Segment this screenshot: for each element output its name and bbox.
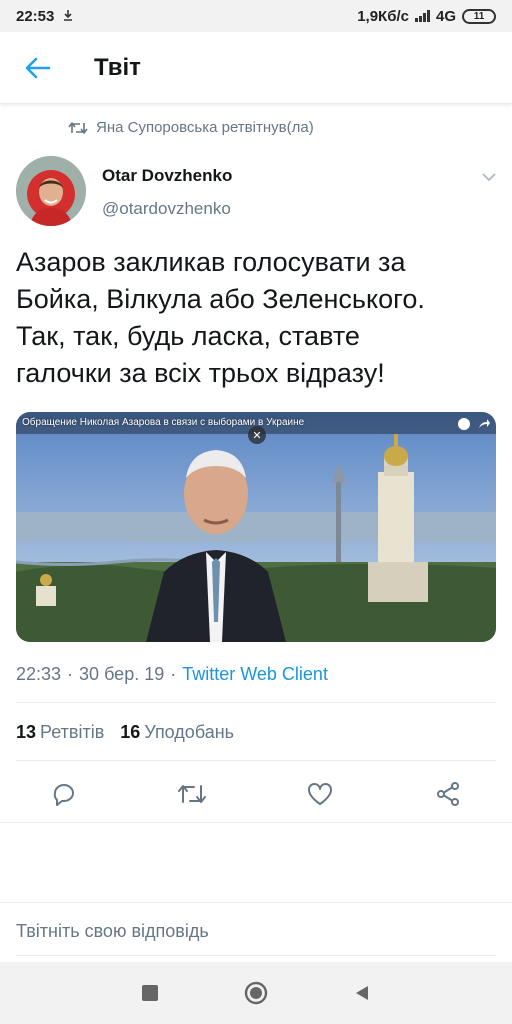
- tweet-text-line: Бойка, Вілкула або Зеленського.: [16, 284, 425, 314]
- reply-button[interactable]: [48, 778, 80, 810]
- reply-input[interactable]: Твітніть свою відповідь: [16, 921, 209, 942]
- tweet-text-line: галочки за всіх трьох відразу!: [16, 358, 385, 388]
- close-icon[interactable]: ✕: [248, 426, 266, 444]
- author-name[interactable]: Otar Dovzhenko: [102, 166, 232, 186]
- android-nav-bar: [0, 962, 512, 1024]
- divider: [16, 702, 496, 703]
- stop-icon: [142, 985, 158, 1001]
- recents-button[interactable]: [137, 980, 163, 1006]
- back-button[interactable]: [14, 44, 62, 92]
- clock-icon[interactable]: [458, 418, 470, 430]
- network-type: 4G: [435, 7, 456, 25]
- retweet-icon: [178, 785, 206, 803]
- retweets-count: 13: [16, 722, 37, 742]
- network-speed: 1,9Кб/с: [357, 7, 409, 25]
- tweet-meta: 22:33 · 30 бер. 19 · Twitter Web Client: [16, 664, 328, 685]
- page-title: Твіт: [94, 53, 141, 81]
- likes-label: Уподобань: [144, 722, 235, 742]
- likes-stat[interactable]: 16 Уподобань: [120, 722, 234, 743]
- tweet-text-line: Азаров закликав голосувати за: [16, 247, 406, 277]
- tweet-text: Азаров закликав голосувати за Бойка, Віл…: [16, 244, 500, 392]
- battery-icon: 11: [462, 8, 496, 24]
- battery-level: 11: [473, 10, 485, 22]
- app-header: Твіт: [0, 32, 512, 104]
- author-handle[interactable]: @otardovzhenko: [102, 199, 231, 219]
- meta-separator: ·: [170, 664, 177, 684]
- reply-bar: Твітніть свою відповідь: [0, 902, 512, 962]
- retweets-stat[interactable]: 13 Ретвітів: [16, 722, 104, 743]
- meta-separator: ·: [67, 664, 74, 684]
- reply-icon: [53, 784, 74, 806]
- divider: [16, 760, 496, 761]
- signal-icon: [414, 10, 430, 22]
- system-back-button[interactable]: [349, 980, 375, 1006]
- share-icon: [437, 782, 459, 806]
- tweet-stats: 13 Ретвітів 16 Уподобань: [16, 722, 234, 743]
- back-arrow-icon: [25, 57, 51, 78]
- tweet-menu-button[interactable]: [478, 166, 500, 188]
- retweet-icon: [68, 121, 88, 134]
- home-icon: [244, 981, 268, 1005]
- retweeted-by[interactable]: Яна Супоровська ретвітнув(ла): [68, 119, 314, 136]
- tweet-text-line: Так, так, будь ласка, ставте: [16, 321, 360, 351]
- share-arrow-icon[interactable]: [478, 418, 490, 430]
- like-button[interactable]: [304, 778, 336, 810]
- avatar[interactable]: [16, 156, 86, 226]
- video-thumbnail: [16, 412, 496, 642]
- share-button[interactable]: [432, 778, 464, 810]
- chevron-down-icon: [482, 173, 496, 182]
- reply-underline: [16, 955, 496, 956]
- tweet-date: 30 бер. 19: [79, 664, 165, 684]
- status-bar: 22:53 1,9Кб/с 4G 11: [0, 0, 512, 32]
- likes-count: 16: [120, 722, 141, 742]
- retweets-label: Ретвітів: [40, 722, 105, 742]
- tweet-actions: [0, 770, 512, 816]
- home-button[interactable]: [243, 980, 269, 1006]
- video-title: Обращение Николая Азарова в связи с выбо…: [22, 417, 305, 428]
- heart-icon: [308, 783, 332, 805]
- retweeted-by-label: Яна Супоровська ретвітнув(ла): [96, 119, 314, 136]
- divider: [0, 822, 512, 823]
- back-triangle-icon: [356, 986, 368, 1000]
- status-time: 22:53: [16, 7, 55, 25]
- tweet-time: 22:33: [16, 664, 62, 684]
- tweet-client-link[interactable]: Twitter Web Client: [182, 664, 328, 685]
- download-icon: [62, 8, 74, 25]
- retweet-button[interactable]: [176, 778, 208, 810]
- video-preview[interactable]: Обращение Николая Азарова в связи с выбо…: [16, 412, 496, 642]
